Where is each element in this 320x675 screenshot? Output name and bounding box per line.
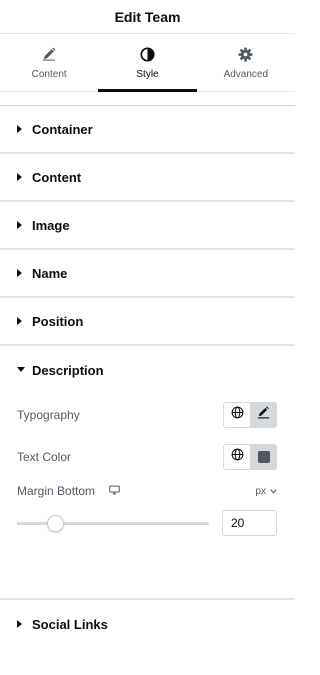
section-image-label: Image: [32, 217, 70, 233]
slider-thumb[interactable]: [47, 515, 64, 532]
caret-right-icon: [17, 124, 27, 134]
tab-advanced-label: Advanced: [223, 69, 269, 80]
section-name[interactable]: Name: [0, 250, 295, 298]
unit-selector[interactable]: px: [255, 486, 277, 497]
section-content[interactable]: Content: [0, 154, 295, 202]
gear-icon: [238, 45, 253, 63]
margin-slider-row: [17, 510, 277, 536]
description-controls: Typography Text Color Margin Bottom px 2…: [0, 394, 295, 600]
margin-bottom-label: Margin Bottom: [17, 484, 96, 498]
chevron-down-icon: [270, 486, 277, 497]
unit-label: px: [255, 485, 266, 497]
pencil-icon: [257, 406, 270, 424]
panel-tabs: Content Style Advanced: [0, 34, 295, 92]
section-name-label: Name: [32, 265, 68, 281]
tab-style[interactable]: Style: [98, 34, 197, 92]
text-color-buttons: [223, 444, 277, 470]
section-content-label: Content: [32, 169, 82, 185]
section-social-links[interactable]: Social Links: [0, 600, 295, 648]
section-position-label: Position: [32, 313, 84, 329]
section-spacer: [0, 92, 295, 106]
caret-right-icon: [17, 268, 27, 278]
globe-icon: [231, 406, 244, 424]
caret-down-icon: [17, 365, 27, 375]
editor-header: Edit Team: [0, 0, 295, 34]
section-image[interactable]: Image: [0, 202, 295, 250]
text-color-label: Text Color: [17, 450, 72, 464]
desktop-icon[interactable]: [109, 482, 120, 500]
caret-right-icon: [17, 172, 27, 182]
section-description-label: Description: [32, 362, 104, 378]
caret-right-icon: [17, 619, 27, 629]
tab-content[interactable]: Content: [0, 34, 98, 91]
globe-icon: [231, 448, 244, 466]
section-description[interactable]: Description: [0, 346, 295, 394]
section-container-label: Container: [32, 121, 93, 137]
color-swatch: [257, 451, 270, 463]
typography-control: Typography: [17, 394, 277, 428]
text-color-control: Text Color: [17, 444, 277, 470]
margin-slider[interactable]: [17, 513, 209, 533]
section-social-links-label: Social Links: [32, 616, 108, 632]
panel-title: Edit Team: [114, 8, 181, 25]
typography-label: Typography: [17, 408, 80, 422]
global-color-button[interactable]: [224, 445, 250, 469]
color-picker-button[interactable]: [250, 445, 276, 469]
global-typography-button[interactable]: [224, 403, 250, 427]
pencil-icon: [42, 45, 56, 63]
section-container[interactable]: Container: [0, 106, 295, 154]
contrast-icon: [140, 45, 155, 63]
typography-buttons: [223, 402, 277, 428]
margin-bottom-control: Margin Bottom px: [17, 482, 277, 500]
tab-content-label: Content: [31, 69, 67, 80]
caret-right-icon: [17, 220, 27, 230]
edit-typography-button[interactable]: [250, 403, 276, 427]
tab-advanced[interactable]: Advanced: [197, 34, 295, 91]
section-position[interactable]: Position: [0, 298, 295, 346]
caret-right-icon: [17, 316, 27, 326]
tab-style-label: Style: [136, 69, 159, 80]
margin-value-input[interactable]: [222, 510, 277, 536]
